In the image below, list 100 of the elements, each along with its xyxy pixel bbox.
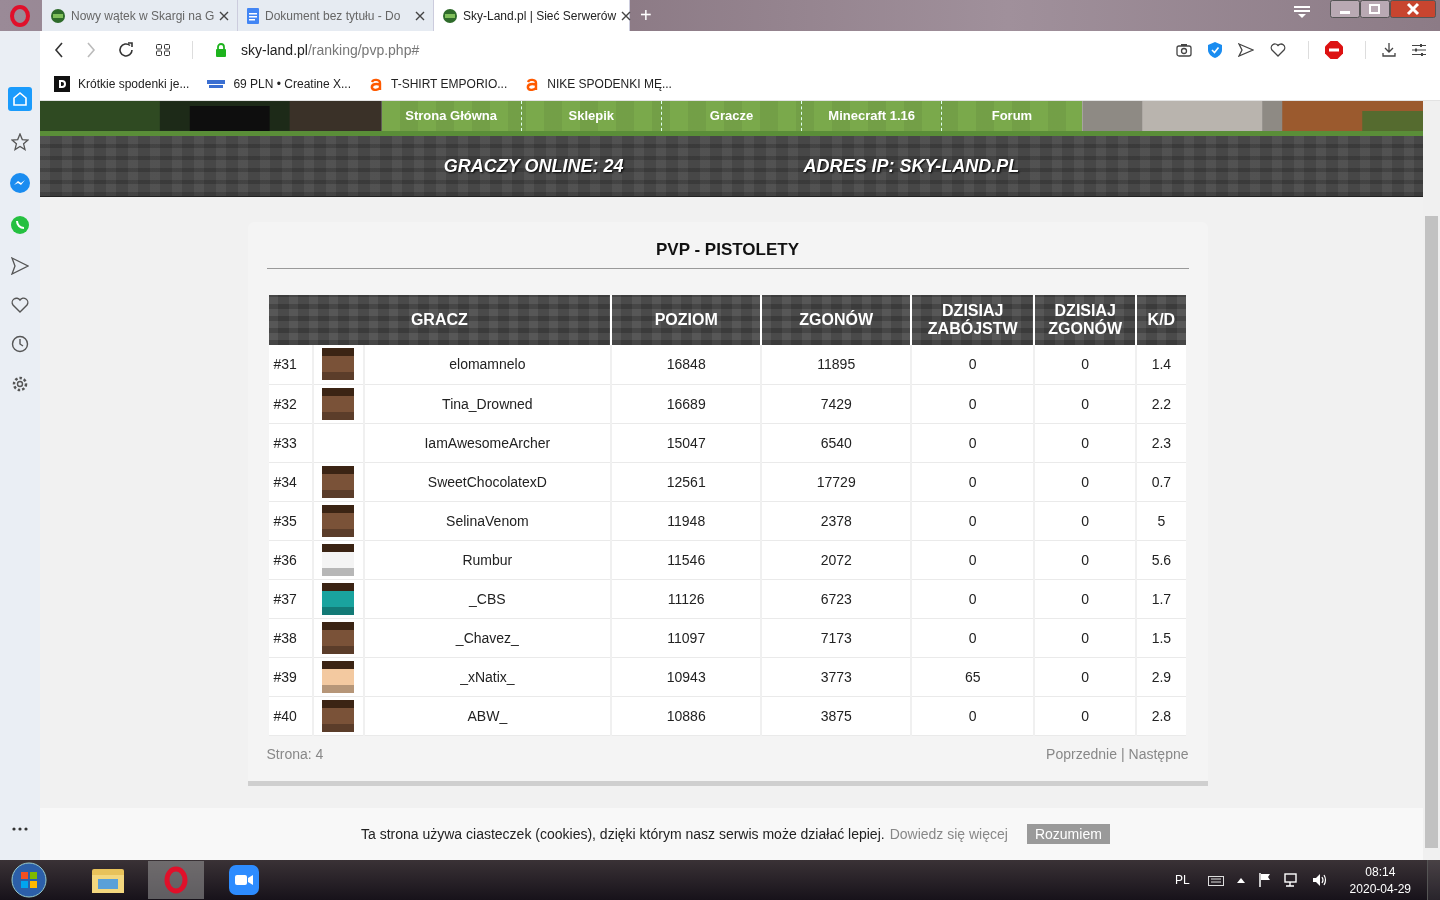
card-title: PVP - PISTOLETY bbox=[266, 240, 1189, 269]
back-icon[interactable] bbox=[54, 41, 64, 58]
column-header: DZISIAJ ZGONÓW bbox=[1034, 295, 1137, 345]
download-icon[interactable] bbox=[1382, 42, 1396, 57]
new-tab-button[interactable]: + bbox=[630, 0, 662, 31]
settings-icon[interactable] bbox=[11, 375, 29, 393]
accept-button[interactable]: Rozumiem bbox=[1026, 824, 1110, 844]
column-header: K/D bbox=[1136, 295, 1186, 345]
clock-time[interactable]: 08:14 bbox=[1365, 864, 1396, 879]
close-icon[interactable] bbox=[621, 10, 632, 21]
shield-icon[interactable] bbox=[1208, 41, 1222, 58]
nav-link[interactable]: Forum bbox=[942, 101, 1082, 131]
star-icon[interactable] bbox=[11, 133, 29, 151]
player-name-cell: Rumbur bbox=[363, 540, 612, 579]
bookmark-item[interactable]: 69 PLN • Creatine X... bbox=[207, 77, 351, 91]
table-cell: 0 bbox=[1034, 579, 1137, 618]
nav-link[interactable]: Gracze bbox=[661, 101, 803, 131]
settings-sliders-icon[interactable] bbox=[1412, 43, 1426, 56]
menu-icon[interactable] bbox=[1294, 5, 1310, 19]
table-cell: 16689 bbox=[611, 384, 762, 423]
browser-tab[interactable]: Sky-Land.pl | Sieć Serwerów bbox=[434, 0, 630, 31]
table-cell: 0 bbox=[911, 345, 1035, 384]
scrollbar-thumb[interactable] bbox=[1425, 216, 1438, 848]
send-icon[interactable] bbox=[11, 257, 29, 275]
learn-more-link[interactable]: Dowiedz się więcej bbox=[889, 826, 1008, 842]
browser-tab[interactable]: Nowy wątek w Skargi na G bbox=[42, 0, 238, 31]
tray-arrow-icon[interactable] bbox=[1235, 876, 1246, 884]
network-icon[interactable] bbox=[1283, 873, 1300, 887]
rank-cell: #37 bbox=[268, 579, 313, 618]
bookmark-item[interactable]: NIKE SPODENKI MĘ... bbox=[525, 77, 672, 91]
camera-icon[interactable] bbox=[1176, 42, 1192, 57]
table-cell: 0 bbox=[1034, 384, 1137, 423]
bookmark-item[interactable]: Krótkie spodenki je... bbox=[54, 76, 190, 92]
send-icon[interactable] bbox=[1238, 42, 1254, 57]
avatar-icon bbox=[322, 543, 354, 576]
address-field[interactable]: sky-land.pl/ranking/pvp.php# bbox=[241, 41, 1154, 58]
messenger-icon[interactable] bbox=[10, 173, 30, 193]
table-cell: 1.5 bbox=[1136, 618, 1186, 657]
heart-icon[interactable] bbox=[1270, 42, 1286, 57]
start-button-icon[interactable] bbox=[10, 861, 48, 899]
table-cell: 0 bbox=[911, 540, 1035, 579]
player-name-cell: IamAwesomeArcher bbox=[363, 423, 612, 462]
table-cell: 2072 bbox=[761, 540, 912, 579]
avatar-icon bbox=[322, 387, 354, 420]
table-cell: 17729 bbox=[761, 462, 912, 501]
clock-icon[interactable] bbox=[11, 335, 29, 353]
bookmark-item[interactable]: T-SHIRT EMPORIO... bbox=[369, 77, 508, 91]
close-icon[interactable] bbox=[1390, 0, 1436, 18]
heart-icon[interactable] bbox=[11, 297, 29, 313]
grid-icon[interactable] bbox=[156, 43, 170, 56]
avatar-icon bbox=[322, 660, 354, 693]
table-cell: 1.7 bbox=[1136, 579, 1186, 618]
table-cell: 2.3 bbox=[1136, 423, 1186, 462]
reload-icon[interactable] bbox=[118, 41, 134, 58]
table-cell: 0 bbox=[1034, 345, 1137, 384]
table-cell: 3875 bbox=[761, 696, 912, 735]
table-cell: 0 bbox=[911, 462, 1035, 501]
scrollbar[interactable] bbox=[1423, 101, 1440, 860]
nav-link[interactable]: Strona Główna bbox=[381, 101, 522, 131]
minimize-icon[interactable] bbox=[1330, 0, 1360, 18]
table-cell: 5.6 bbox=[1136, 540, 1186, 579]
table-cell: 0 bbox=[1034, 618, 1137, 657]
browser-tab[interactable]: Dokument bez tytułu - Do bbox=[238, 0, 434, 31]
shop-logo-icon bbox=[207, 78, 226, 90]
keyboard-icon[interactable] bbox=[1207, 874, 1224, 886]
table-cell: 0 bbox=[1034, 462, 1137, 501]
adblock-icon[interactable] bbox=[1325, 40, 1343, 59]
more-icon[interactable] bbox=[11, 826, 29, 832]
player-name-cell: elomamnelo bbox=[363, 345, 612, 384]
flag-icon[interactable] bbox=[1257, 873, 1272, 887]
document-icon bbox=[246, 7, 260, 24]
letter-tile-icon bbox=[54, 76, 70, 92]
close-icon[interactable] bbox=[219, 10, 230, 21]
table-cell: 6540 bbox=[761, 423, 912, 462]
close-icon[interactable] bbox=[415, 10, 425, 21]
previous-link[interactable]: Poprzednie bbox=[1046, 745, 1117, 762]
nav-link[interactable]: Minecraft 1.16 bbox=[802, 101, 943, 131]
table-cell: 3773 bbox=[761, 657, 912, 696]
rank-cell: #35 bbox=[268, 501, 313, 540]
pager-separator: | bbox=[1120, 745, 1125, 762]
rank-cell: #38 bbox=[268, 618, 313, 657]
table-cell: 0 bbox=[911, 696, 1035, 735]
table-cell: 0.7 bbox=[1136, 462, 1186, 501]
table-cell: 2.9 bbox=[1136, 657, 1186, 696]
maximize-icon[interactable] bbox=[1360, 0, 1390, 18]
table-cell: 12561 bbox=[611, 462, 762, 501]
lock-icon[interactable] bbox=[215, 42, 227, 57]
table-cell: 2.2 bbox=[1136, 384, 1186, 423]
rank-cell: #34 bbox=[268, 462, 313, 501]
table-cell: 11895 bbox=[761, 345, 912, 384]
home-icon[interactable] bbox=[8, 87, 32, 111]
speaker-icon[interactable] bbox=[1311, 873, 1328, 887]
player-name-cell: _CBS bbox=[363, 579, 612, 618]
next-link[interactable]: Następne bbox=[1128, 745, 1189, 762]
language-indicator[interactable]: PL bbox=[1174, 873, 1190, 887]
nav-link[interactable]: Sklepik bbox=[521, 101, 662, 131]
rank-cell: #36 bbox=[268, 540, 313, 579]
avatar-icon bbox=[322, 582, 354, 615]
clock-date[interactable]: 2020-04-29 bbox=[1349, 881, 1411, 896]
table-cell: 2.8 bbox=[1136, 696, 1186, 735]
